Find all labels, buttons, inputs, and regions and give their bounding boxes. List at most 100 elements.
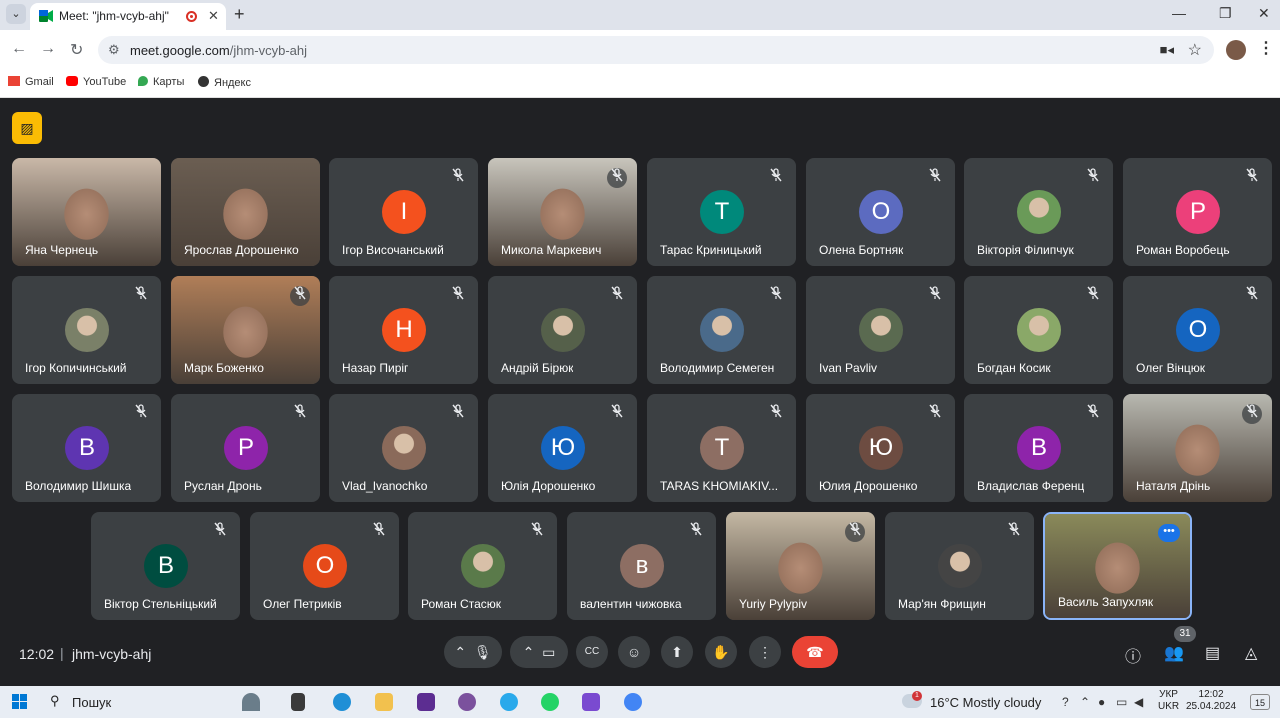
weather-text[interactable]: 16°C Mostly cloudy [930, 695, 1041, 710]
participant-tile[interactable]: T Тарас Криницький [647, 158, 796, 266]
present-button[interactable]: ⬆ [661, 636, 693, 668]
participant-tile[interactable]: Yuriy Pylypiv [726, 512, 875, 620]
mic-tray-icon[interactable]: ● [1098, 695, 1105, 709]
participant-tile[interactable]: Вікторія Філипчук [964, 158, 1113, 266]
search-icon[interactable]: ⚲ [50, 693, 60, 709]
file-explorer-icon[interactable] [375, 693, 393, 711]
participant-tile[interactable]: Микола Маркевич [488, 158, 637, 266]
site-info-icon[interactable]: ⚙ [108, 42, 120, 58]
bookmark-maps[interactable]: Карты [138, 76, 184, 88]
reload-icon[interactable]: ↻ [70, 40, 83, 60]
participant-tile[interactable]: в валентин чижовка [567, 512, 716, 620]
people-icon[interactable]: 👥 [1164, 643, 1184, 663]
chat-icon[interactable]: ▤ [1205, 643, 1220, 663]
participant-tile[interactable]: B Віктор Стельніцький [91, 512, 240, 620]
bookmark-gmail[interactable]: Gmail [8, 76, 54, 88]
meeting-info-icon[interactable]: ⓘ [1125, 643, 1141, 667]
new-tab-button[interactable]: + [234, 4, 245, 25]
participant-tile[interactable]: Ю Юлия Дорошенко [806, 394, 955, 502]
participant-tile[interactable]: B Володимир Шишка [12, 394, 161, 502]
participant-tile[interactable]: Ivan Pavliv [806, 276, 955, 384]
taskbar-search[interactable]: Пошук [72, 695, 111, 710]
participant-tile[interactable]: O Олена Бортняк [806, 158, 955, 266]
restore-icon[interactable]: ❐ [1219, 5, 1232, 22]
viber-icon[interactable] [458, 693, 476, 711]
windows-start-icon[interactable] [12, 694, 28, 710]
microphone-button[interactable]: ⌃ 🎙 [444, 636, 502, 668]
chevron-up-icon[interactable]: ⌃ [1080, 695, 1090, 709]
participant-tile[interactable]: Ігор Копичинський [12, 276, 161, 384]
participant-tile[interactable]: Ярослав Дорошенко [171, 158, 320, 266]
browser-menu-icon[interactable]: ⋮ [1258, 38, 1274, 58]
url-text: meet.google.com/jhm-vcyb-ahj [130, 43, 308, 58]
leave-call-button[interactable]: ☎ [792, 636, 838, 668]
reactions-button[interactable]: ☺ [618, 636, 650, 668]
participant-tile[interactable]: P Руслан Дронь [171, 394, 320, 502]
participant-count-badge: 31 [1174, 626, 1196, 642]
participant-tile[interactable]: Марк Боженко [171, 276, 320, 384]
participant-tile[interactable]: Андрій Бірюк [488, 276, 637, 384]
participant-tile[interactable]: Мар'ян Фрищин [885, 512, 1034, 620]
participant-tile[interactable]: O Олег Петриків [250, 512, 399, 620]
participant-avatar: B [1017, 426, 1061, 470]
search-highlight-icon[interactable] [242, 693, 260, 711]
participant-tile[interactable]: Богдан Косик [964, 276, 1113, 384]
participant-tile[interactable]: H Назар Пиріг [329, 276, 478, 384]
help-icon[interactable]: ? [1062, 695, 1069, 709]
minimize-icon[interactable]: — [1172, 5, 1186, 21]
profile-avatar[interactable] [1226, 40, 1246, 60]
telegram-icon[interactable] [500, 693, 518, 711]
video-camera-icon[interactable]: ▭ [542, 644, 555, 660]
network-icon[interactable]: ▭ [1116, 695, 1127, 709]
back-icon[interactable]: ← [11, 40, 27, 58]
participant-tile[interactable]: Яна Чернець [12, 158, 161, 266]
participant-tile[interactable]: I Ігор Височанський [329, 158, 478, 266]
captions-button[interactable]: CC [576, 636, 608, 668]
save-app-icon[interactable] [417, 693, 435, 711]
participant-tile[interactable]: ••• Василь Запухляк [1043, 512, 1192, 620]
participant-name: Ігор Височанський [342, 243, 444, 257]
participant-tile[interactable]: Наталя Дрінь [1123, 394, 1272, 502]
participant-tile[interactable]: Роман Стасюк [408, 512, 557, 620]
volume-icon[interactable]: ◀ [1134, 695, 1143, 709]
date-time[interactable]: 12:02 25.04.2024 [1186, 689, 1236, 713]
close-tab-icon[interactable]: ✕ [208, 8, 219, 24]
task-view-icon[interactable] [291, 693, 305, 711]
camera-permission-icon[interactable]: ■◂ [1160, 42, 1174, 58]
whatsapp-icon[interactable] [541, 693, 559, 711]
mic-off-icon [448, 168, 468, 188]
captions-off-badge-icon[interactable]: ▨ [12, 112, 42, 144]
tab-search-button[interactable]: ⌄ [6, 4, 26, 24]
bookmark-star-icon[interactable]: ☆ [1188, 40, 1202, 60]
address-bar[interactable]: ⚙ meet.google.com/jhm-vcyb-ahj ■◂ ☆ [98, 36, 1214, 64]
forward-icon[interactable]: → [40, 40, 56, 58]
tile-more-options-icon[interactable]: ••• [1158, 524, 1180, 542]
participant-tile[interactable]: T TARAS KHOMIAKIV... [647, 394, 796, 502]
participant-tile[interactable]: Володимир Семеген [647, 276, 796, 384]
language-indicator[interactable]: УКР UKR [1158, 689, 1179, 713]
mic-icon[interactable]: 🎙 [474, 644, 492, 660]
activities-icon[interactable]: ◬ [1245, 643, 1257, 663]
chevron-up-icon[interactable]: ⌃ [454, 644, 466, 660]
participant-tile[interactable]: O Олег Вінцюк [1123, 276, 1272, 384]
app-icon[interactable] [582, 693, 600, 711]
participant-tile[interactable]: P Роман Воробець [1123, 158, 1272, 266]
chrome-icon[interactable] [624, 693, 642, 711]
more-options-button[interactable]: ⋮ [749, 636, 781, 668]
bookmark-yandex[interactable]: Яндекс [198, 76, 251, 89]
participant-tile[interactable]: B Владислав Ференц [964, 394, 1113, 502]
cc-icon: CC [584, 646, 600, 657]
notifications-button[interactable]: 15 [1250, 694, 1270, 710]
camera-button[interactable]: ⌃ ▭ [510, 636, 568, 668]
participant-tile[interactable]: Ю Юлія Дорошенко [488, 394, 637, 502]
meet-window: ▨ Яна Чернець Ярослав Дорошенко I Ігор Висо… [0, 98, 1280, 686]
browser-tab[interactable]: Meet: "jhm-vcyb-ahj" ✕ [30, 3, 226, 30]
edge-icon[interactable] [333, 693, 351, 711]
bookmark-youtube[interactable]: YouTube [66, 76, 126, 88]
close-window-icon[interactable]: ✕ [1258, 5, 1270, 22]
raise-hand-button[interactable]: ✋ [705, 636, 737, 668]
chevron-up-icon[interactable]: ⌃ [523, 644, 535, 660]
participant-name: Yuriy Pylypiv [739, 597, 808, 611]
mic-off-icon [290, 286, 310, 306]
participant-tile[interactable]: Vlad_Ivanochko [329, 394, 478, 502]
